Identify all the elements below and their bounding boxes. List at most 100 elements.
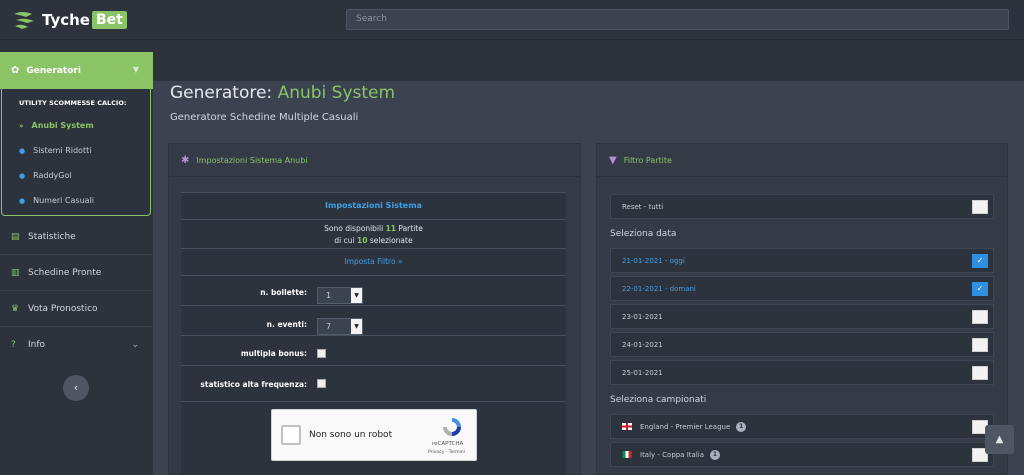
submenu-item-raddygol[interactable]: ● RaddyGol xyxy=(19,171,72,180)
bollette-label: n. bollette: xyxy=(260,288,307,297)
recaptcha-icon xyxy=(443,418,461,436)
sidebar-item-label: Statistiche xyxy=(28,231,76,242)
eventi-label: n. eventi: xyxy=(266,320,307,329)
brand-name: Tyche xyxy=(42,11,90,29)
gear-icon: ✿ xyxy=(11,65,20,76)
chevron-down-icon: ▼ xyxy=(351,319,362,334)
chevron-down-icon: ▼ xyxy=(132,65,139,74)
date-label: 21-01-2021 - oggi xyxy=(622,256,685,265)
brand-logo[interactable]: Tyche Bet xyxy=(12,8,127,32)
submenu-item-anubi-system[interactable]: » Anubi System xyxy=(19,121,94,130)
sidebar-item-label: Generatori xyxy=(26,65,81,76)
sidebar-item-statistiche[interactable]: ▤ Statistiche xyxy=(0,219,153,255)
selected-prefix: di cui xyxy=(334,236,355,245)
submenu-item-numeri-casuali[interactable]: ● Numeri Casuali xyxy=(19,196,94,205)
available-matches-text: Sono disponibili 11 Partite di cui 10 se… xyxy=(181,220,566,249)
eventi-select[interactable]: 7 ▼ xyxy=(317,318,363,335)
league-label: Italy - Coppa Italia xyxy=(640,450,705,459)
sidebar-item-label: Schedine Pronte xyxy=(28,267,102,278)
available-prefix: Sono disponibili xyxy=(324,224,384,233)
bollette-value: 1 xyxy=(326,291,332,300)
sidebar-item-label: Vota Pronostico xyxy=(28,303,98,314)
date-checkbox[interactable] xyxy=(972,338,988,352)
filter-panel-title: Filtro Partite xyxy=(623,155,672,165)
league-label: England - Premier League xyxy=(640,422,731,431)
date-label: 22-01-2021 - domani xyxy=(622,284,696,293)
date-checkbox[interactable]: ✓ xyxy=(972,282,988,296)
logo-icon xyxy=(14,12,34,29)
date-row[interactable]: 21-01-2021 - oggi ✓ xyxy=(610,248,994,273)
scroll-to-top-button[interactable]: ▲ xyxy=(985,425,1014,454)
date-checkbox[interactable] xyxy=(972,310,988,324)
reset-checkbox[interactable] xyxy=(972,200,988,214)
captcha-terms-link[interactable]: Privacy - Termini xyxy=(428,450,465,455)
bullet-icon: ● xyxy=(19,146,26,155)
page-title-accent: Anubi System xyxy=(277,83,396,103)
date-checkbox[interactable]: ✓ xyxy=(972,254,988,268)
league-count-badge: 1 xyxy=(736,421,747,432)
sidebar-item-generatori[interactable]: ✿ Generatori ▼ xyxy=(0,52,153,89)
bullet-icon: ● xyxy=(19,196,26,205)
page-title: Generatore: Anubi System xyxy=(170,83,395,103)
reset-row[interactable]: Reset - tutti xyxy=(610,194,994,219)
recaptcha-widget: Non sono un robot reCAPTCHA Privacy - Te… xyxy=(271,409,477,461)
settings-table-title: Impostazioni Sistema xyxy=(181,193,566,220)
date-checkbox[interactable] xyxy=(972,366,988,380)
sidebar-item-schedine-pronte[interactable]: ▥ Schedine Pronte xyxy=(0,255,153,291)
sidebar-item-label: Info xyxy=(28,340,46,350)
captcha-checkbox[interactable] xyxy=(281,425,301,445)
question-icon: ? xyxy=(11,340,16,350)
bonus-checkbox[interactable] xyxy=(317,349,326,358)
chart-icon: ▤ xyxy=(11,231,20,242)
chevron-down-icon: ▼ xyxy=(351,288,362,303)
date-section-title: Seleziona data xyxy=(610,229,677,239)
page-subtitle: Generatore Schedine Multiple Casuali xyxy=(170,112,359,123)
submenu-item-sistemi-ridotti[interactable]: ● Sistemi Ridotti xyxy=(19,146,91,155)
sidebar: ✿ Generatori ▼ UTILITY SCOMMESSE CALCIO:… xyxy=(0,40,153,475)
selected-count: 10 xyxy=(357,236,368,245)
league-row[interactable]: England - Premier League 1 xyxy=(610,414,994,439)
league-row[interactable]: Italy - Coppa Italia 1 xyxy=(610,442,994,467)
date-label: 24-01-2021 xyxy=(622,340,663,349)
ticket-icon: ▥ xyxy=(11,267,20,278)
submenu-item-label: Anubi System xyxy=(31,121,94,130)
generatori-submenu: UTILITY SCOMMESSE CALCIO: » Anubi System… xyxy=(1,89,151,216)
header-band xyxy=(153,40,1024,81)
statistico-checkbox[interactable] xyxy=(317,379,326,388)
england-flag-icon xyxy=(622,423,632,430)
page-title-prefix: Generatore: xyxy=(170,83,273,103)
settings-panel-header: ✱ Impostazioni Sistema Anubi xyxy=(169,144,580,177)
chevron-down-icon: ⌄ xyxy=(131,340,139,350)
italy-flag-icon xyxy=(622,451,632,458)
date-row[interactable]: 22-01-2021 - domani ✓ xyxy=(610,276,994,301)
filter-panel-header: ▼ Filtro Partite xyxy=(597,144,1007,177)
date-row[interactable]: 24-01-2021 xyxy=(610,332,994,357)
settings-panel-title: Impostazioni Sistema Anubi xyxy=(196,155,308,165)
selected-suffix: selezionate xyxy=(369,236,413,245)
reset-label: Reset - tutti xyxy=(622,202,664,211)
eventi-value: 7 xyxy=(326,322,332,331)
submenu-item-label: Sistemi Ridotti xyxy=(33,146,92,155)
bollette-select[interactable]: 1 ▼ xyxy=(317,287,363,304)
filter-link[interactable]: Imposta Filtro » xyxy=(181,249,566,276)
league-count-badge: 1 xyxy=(710,449,721,460)
submenu-item-label: Numeri Casuali xyxy=(33,196,95,205)
date-label: 23-01-2021 xyxy=(622,312,663,321)
collapse-sidebar-button[interactable]: ‹ xyxy=(63,375,89,401)
sidebar-item-vota-pronostico[interactable]: ♛ Vota Pronostico xyxy=(0,291,153,327)
top-bar: Tyche Bet Search xyxy=(0,0,1024,40)
available-suffix: Partite xyxy=(398,224,423,233)
submenu-item-label: RaddyGol xyxy=(33,171,72,180)
captcha-label: Non sono un robot xyxy=(309,430,393,440)
chevron-up-icon: ▲ xyxy=(995,434,1004,445)
filter-icon: ▼ xyxy=(609,154,617,166)
date-row[interactable]: 23-01-2021 xyxy=(610,304,994,329)
sidebar-item-info[interactable]: ? Info ⌄ xyxy=(0,327,153,363)
captcha-brand: reCAPTCHA xyxy=(432,441,464,447)
search-input[interactable]: Search xyxy=(346,9,1009,30)
date-row[interactable]: 25-01-2021 xyxy=(610,360,994,385)
submenu-title: UTILITY SCOMMESSE CALCIO: xyxy=(19,99,127,107)
statistico-label: statistico alta frequenza: xyxy=(200,380,307,389)
cog-icon: ✱ xyxy=(181,154,190,166)
bullet-icon: ● xyxy=(19,171,26,180)
